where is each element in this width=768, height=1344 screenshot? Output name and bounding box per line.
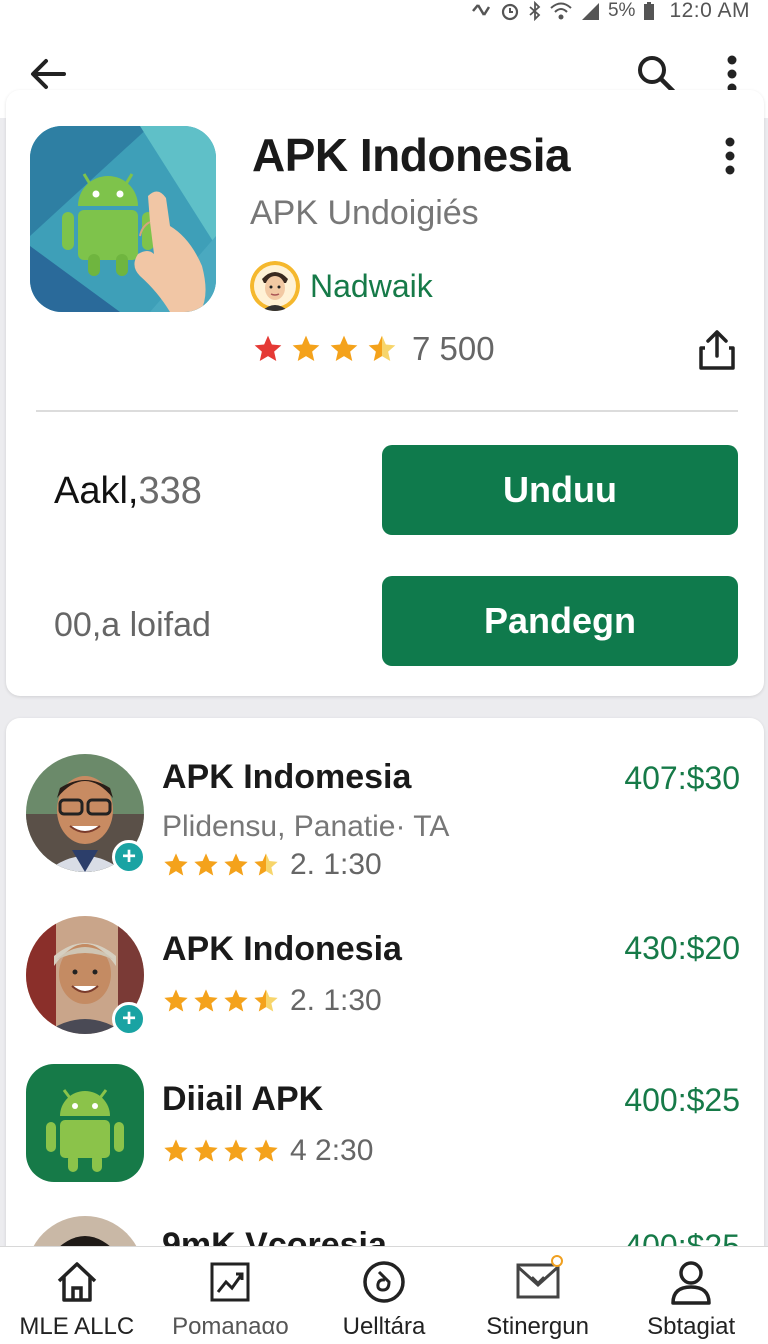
android-logo-icon: [26, 1064, 144, 1182]
notification-dot: [550, 1255, 563, 1267]
star-icon: [330, 335, 358, 361]
list-item[interactable]: + APK Indonesia 2. 1:30 430:$20: [6, 878, 764, 1038]
list-item-title: APK Indonesia: [162, 930, 402, 968]
inbox-icon: [513, 1255, 563, 1307]
download-button[interactable]: Unduu: [382, 445, 738, 535]
app-more-button[interactable]: [710, 130, 750, 182]
more-vert-icon: [725, 137, 735, 175]
developer-row[interactable]: Nadwaik: [250, 258, 433, 314]
nav-label: Stinergun: [486, 1313, 589, 1340]
clock-icon: [359, 1257, 409, 1307]
avatar: +: [26, 754, 146, 874]
bluetooth-icon: [529, 1, 541, 21]
app-subtitle: APK Undoigiés: [250, 194, 479, 232]
star-icon: [164, 989, 188, 1012]
person-icon: [666, 1257, 716, 1307]
app-icon: [30, 126, 216, 312]
list-item[interactable]: + APK Indomesia Plidensu, Panatie· TA 2.…: [6, 718, 764, 881]
signal-icon: [581, 3, 599, 20]
list-item-rating: 2. 1:30: [162, 848, 382, 882]
share-button[interactable]: [690, 322, 744, 378]
related-apps-list: + APK Indomesia Plidensu, Panatie· TA 2.…: [6, 718, 764, 1278]
alarm-icon: [501, 3, 519, 21]
list-item-price: 430:$20: [624, 930, 740, 966]
nav-item-home[interactable]: MLE ALLC: [0, 1247, 154, 1344]
star-icon: [164, 853, 188, 876]
size-stat-value: 338: [138, 470, 202, 512]
downloads-stat: 00,a loifad: [54, 606, 211, 644]
list-item-rating-value: 4 2:30: [290, 1134, 374, 1167]
list-item-title: Diiail APK: [162, 1080, 324, 1118]
list-item[interactable]: Diiail APK 4 2:30 400:$25: [6, 1038, 764, 1198]
star-half-icon: [254, 853, 278, 876]
wifi-icon: [550, 2, 572, 20]
list-item-rating: 4 2:30: [162, 1134, 373, 1168]
nav-label: Sbtagiat: [647, 1313, 736, 1340]
list-item-price: 407:$30: [624, 760, 740, 796]
star-icon: [194, 1139, 218, 1162]
star-icon: [224, 853, 248, 876]
list-item-rating-value: 2. 1:30: [290, 984, 382, 1017]
status-time: 12:0 AM: [669, 0, 750, 22]
battery-percent: 5%: [607, 0, 636, 21]
search-icon: [638, 56, 676, 94]
avatar: [26, 1064, 144, 1182]
app-details-card: APK Indonesia APK Undoigiés Nadwaik 7 50…: [6, 90, 764, 696]
app-rating: 7 500: [252, 330, 495, 368]
star-icon: [224, 1139, 248, 1162]
star-icon: [292, 335, 320, 361]
share-icon: [699, 330, 735, 370]
star-icon: [194, 853, 218, 876]
more-vert-icon: [727, 55, 737, 93]
nav-label: Uelltára: [342, 1313, 426, 1340]
star-icon: [224, 989, 248, 1012]
bottom-navigation: MLE ALLC Pomanaαo Uelltára Stinergun Sbt…: [0, 1246, 768, 1344]
star-half-icon: [254, 989, 278, 1012]
app-details-screen: 5% 12:0 AM APK Indonesia APK Undoigiés N…: [0, 0, 768, 1344]
nav-item-updates[interactable]: Uelltára: [307, 1247, 461, 1344]
divider: [36, 410, 738, 412]
nav-item-profile[interactable]: Sbtagiat: [614, 1247, 768, 1344]
star-half-icon: [368, 335, 396, 361]
star-icon: [164, 1139, 188, 1162]
developer-avatar: [250, 261, 300, 311]
star-icon: [254, 1139, 278, 1162]
list-item-title: APK Indomesia: [162, 758, 412, 796]
developer-name: Nadwaik: [310, 267, 433, 304]
status-bar: 5% 12:0 AM: [0, 0, 768, 22]
nav-label: Pomanaαo: [172, 1313, 289, 1340]
star-icon: [194, 989, 218, 1012]
list-item-subtitle: Plidensu, Panatie· TA: [162, 810, 450, 843]
list-item-rating: 2. 1:30: [162, 984, 382, 1018]
add-badge-icon[interactable]: +: [112, 840, 146, 874]
rating-count: 7 500: [412, 330, 495, 367]
nav-item-charts[interactable]: Pomanaαo: [154, 1247, 308, 1344]
star-icon: [254, 335, 282, 361]
list-item-price: 400:$25: [624, 1082, 740, 1118]
app-title: APK Indonesia: [252, 129, 571, 181]
nav-item-inbox[interactable]: Stinergun: [461, 1247, 615, 1344]
sync-icon: [472, 4, 491, 16]
arrow-back-icon: [31, 59, 66, 89]
avatar: +: [26, 916, 146, 1036]
list-item-rating-value: 2. 1:30: [290, 848, 382, 881]
secondary-action-button[interactable]: Pandegn: [382, 576, 738, 666]
add-badge-icon[interactable]: +: [112, 1002, 146, 1036]
nav-label: MLE ALLC: [19, 1313, 135, 1340]
size-stat: Aakl,338: [54, 470, 202, 513]
home-icon: [52, 1257, 102, 1307]
chart-icon: [205, 1257, 255, 1307]
size-stat-label: Aakl,: [54, 470, 139, 512]
android-hand-icon: [30, 126, 216, 312]
battery-icon: [644, 2, 655, 20]
